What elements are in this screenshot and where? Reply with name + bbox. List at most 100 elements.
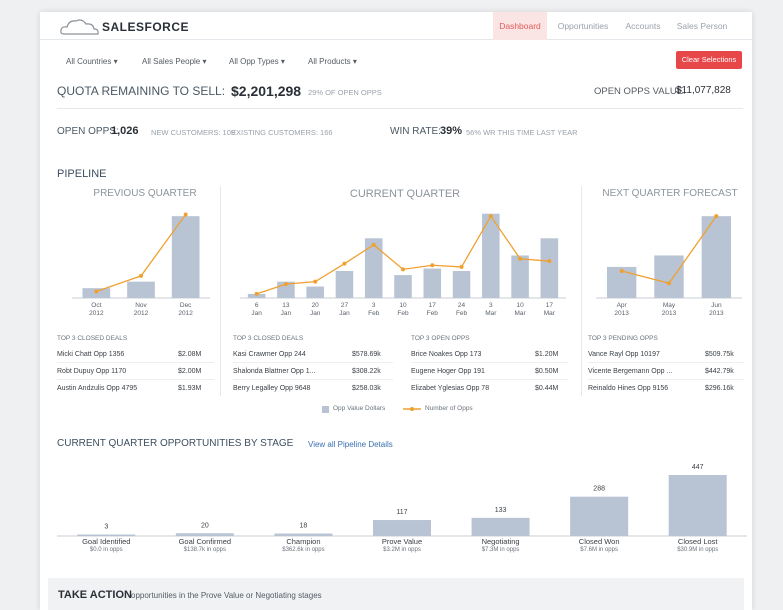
bar <box>511 255 529 298</box>
tab-accounts[interactable]: Accounts <box>620 12 666 40</box>
deal-name[interactable]: Reinaldo Hines Opp 9156 <box>588 385 668 392</box>
win-rate-value: 39% <box>440 125 463 137</box>
bar <box>701 216 732 298</box>
x-tick-label: 3 <box>372 302 376 309</box>
bar <box>364 238 383 298</box>
row-divider <box>233 379 393 380</box>
stage-name-label: Champion <box>286 537 320 546</box>
tab-sales-person[interactable]: Sales Person <box>672 12 732 40</box>
opps-point <box>94 289 99 294</box>
deals-head-prev: TOP 3 CLOSED DEALS <box>57 335 128 342</box>
stage-name-label: Closed Lost <box>678 537 719 546</box>
opps-point <box>488 214 493 219</box>
filter-products[interactable]: All Products ▾ <box>308 57 357 66</box>
stage-sub-label: $7.6M in opps <box>580 547 618 553</box>
legend-line-label: Number of Opps <box>425 405 473 412</box>
x-tick-label: Apr <box>617 302 628 309</box>
deal-name[interactable]: Austin Andzulis Opp 4795 <box>57 385 137 392</box>
existing-customers: EXISTING CUSTOMERS: 166 <box>231 128 333 137</box>
pipeline-details-link[interactable]: View all Pipeline Details <box>308 440 393 449</box>
opps-point <box>714 214 719 219</box>
stage-bar <box>373 520 431 536</box>
open-opps-value: $11,077,828 <box>676 85 731 96</box>
deal-name[interactable]: Berry Legalley Opp 9648 <box>233 385 310 392</box>
stage-name-label: Negotiating <box>482 537 520 546</box>
deal-value: $258.03k <box>352 385 381 392</box>
x-tick-label: Dec <box>180 302 192 309</box>
deal-name[interactable]: Shalonda Blattner Opp 1... <box>233 368 316 375</box>
top-nav: SALESFORCE Dashboard Opportunities Accou… <box>40 12 752 40</box>
panel-title-previous: PREVIOUS QUARTER <box>93 188 197 199</box>
stage-value-label: 20 <box>201 522 209 529</box>
x-tick-label: Feb <box>397 310 409 317</box>
x-tick-label: 17 <box>546 302 554 309</box>
opps-point <box>371 242 376 247</box>
filter-sales-people[interactable]: All Sales People ▾ <box>142 57 207 66</box>
deal-value: $1.20M <box>535 351 559 358</box>
row-divider <box>588 379 744 380</box>
opps-point <box>547 259 552 264</box>
deals-head-cur-open: TOP 3 OPEN OPPS <box>411 335 470 342</box>
tab-opportunities[interactable]: Opportunities <box>552 12 614 40</box>
deal-name[interactable]: Robt Dupuy Opp 1170 <box>57 368 126 375</box>
stage-title: CURRENT QUARTER OPPORTUNITIES BY STAGE <box>57 438 294 449</box>
x-tick-label: Feb <box>456 310 468 317</box>
x-tick-label: Feb <box>368 310 380 317</box>
stage-bar <box>77 534 136 536</box>
legend-bar-swatch <box>322 406 329 413</box>
x-tick-label: 27 <box>341 302 349 309</box>
deal-name[interactable]: Brice Noakes Opp 173 <box>411 351 481 358</box>
stage-value-label: 288 <box>593 486 605 493</box>
bar <box>452 271 471 298</box>
cloud-logo-icon <box>60 19 99 35</box>
current-quarter-chart: 6Jan13Jan20Jan27Jan3Feb10Feb17Feb24Feb3M… <box>240 213 566 317</box>
opps-point <box>667 281 671 286</box>
deal-name[interactable]: Elizabet Yglesias Opp 78 <box>411 385 489 392</box>
x-tick-label: 10 <box>516 302 524 309</box>
x-tick-label: 2013 <box>709 310 724 317</box>
tab-dashboard[interactable]: Dashboard <box>493 12 547 40</box>
next-quarter-chart: Apr2013May2013Jun2013 <box>596 214 742 317</box>
filter-countries[interactable]: All Countries ▾ <box>66 57 118 66</box>
x-tick-label: Jan <box>310 310 321 317</box>
clear-selections-button[interactable]: Clear Selections <box>676 51 742 69</box>
x-tick-label: Jun <box>711 302 722 309</box>
x-tick-label: Mar <box>514 310 526 317</box>
deals-head-pending: TOP 3 PENDING OPPS <box>588 335 658 342</box>
deal-name[interactable]: Eugene Hoger Opp 191 <box>411 368 485 375</box>
deal-name[interactable]: Vance Rayl Opp 10197 <box>588 351 660 358</box>
x-tick-label: Mar <box>485 310 497 317</box>
row-divider <box>233 362 393 363</box>
panel-divider <box>220 186 221 396</box>
divider <box>57 108 743 109</box>
filter-opp-types[interactable]: All Opp Types ▾ <box>229 57 285 66</box>
bar <box>654 255 684 298</box>
stage-bar <box>175 533 234 536</box>
deal-value: $2.08M <box>178 351 202 358</box>
stage-bar <box>471 517 530 536</box>
x-tick-label: 2013 <box>662 310 677 317</box>
x-tick-label: 2012 <box>134 310 149 317</box>
x-tick-label: 2012 <box>89 310 104 317</box>
row-divider <box>57 379 214 380</box>
deal-name[interactable]: Kasi Crawmer Opp 244 <box>233 351 306 358</box>
deal-name[interactable]: Micki Chatt Opp 1356 <box>57 351 124 358</box>
opps-point <box>313 279 318 284</box>
x-tick-label: Jan <box>251 310 262 317</box>
panel-divider <box>581 186 582 396</box>
stage-name-label: Goal Identified <box>82 537 130 546</box>
stage-sub-label: $0.0 in opps <box>90 547 123 553</box>
stage-bar <box>274 533 333 536</box>
deal-name[interactable]: Vicente Bergemann Opp ... <box>588 368 672 375</box>
stage-bar <box>668 475 727 536</box>
deal-value: $509.75k <box>705 351 734 358</box>
row-divider <box>57 362 214 363</box>
win-rate-note: 56% WR THIS TIME LAST YEAR <box>466 128 578 137</box>
deal-value: $578.69k <box>352 351 381 358</box>
stage-sub-label: $3.2M in opps <box>383 547 421 553</box>
row-divider <box>411 379 568 380</box>
panel-title-current: CURRENT QUARTER <box>349 188 461 200</box>
stage-name-label: Closed Won <box>579 537 620 546</box>
opps-point <box>342 261 347 266</box>
stage-bar <box>570 496 629 536</box>
